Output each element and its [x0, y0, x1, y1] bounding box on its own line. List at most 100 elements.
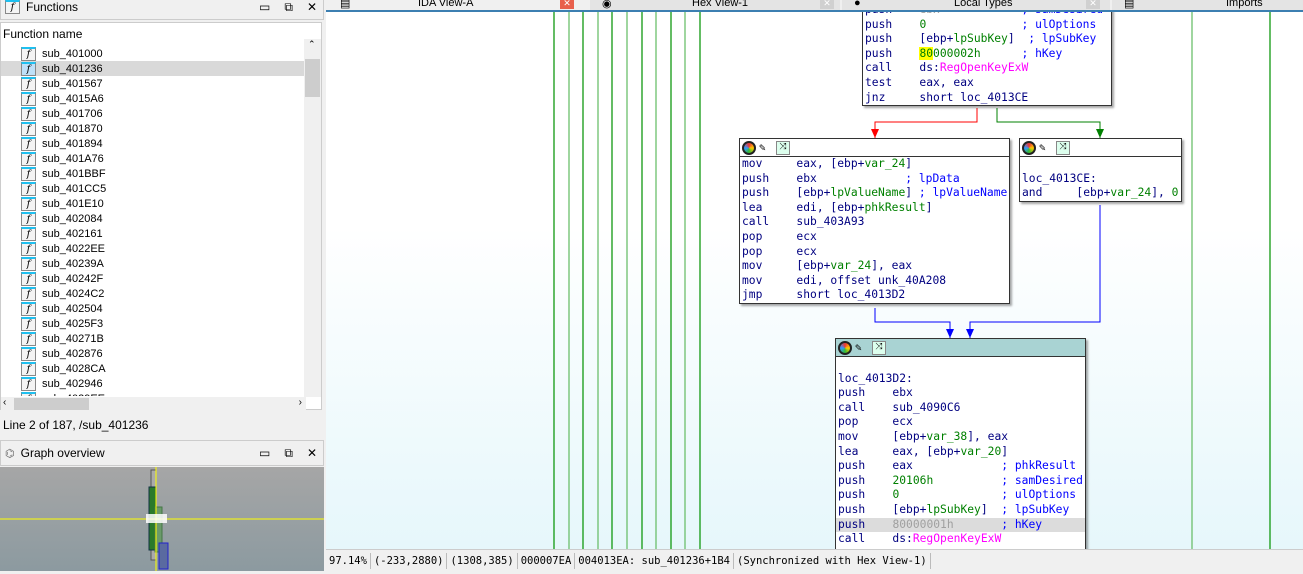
group-nodes-icon[interactable]: ⤨	[776, 140, 790, 155]
code-line[interactable]: call sub_4090C6	[836, 401, 1085, 416]
code-token: ebx	[769, 171, 817, 185]
close-tab-icon[interactable]: ✕	[1086, 0, 1100, 9]
block-bottom[interactable]: ✎ ⤨ loc_4013D2: push ebx call sub_4090C6 pop …	[835, 338, 1086, 549]
horizontal-scrollbar[interactable]: ‹ ›	[1, 397, 306, 411]
code-line[interactable]: loc_4013D2:	[836, 372, 1085, 387]
function-row[interactable]: f sub_401E10	[1, 196, 306, 211]
code-line[interactable]: push ebx ; lpData	[740, 172, 1009, 187]
scroll-thumb[interactable]	[305, 59, 320, 97]
graph-overview[interactable]	[0, 467, 324, 571]
code-line[interactable]	[836, 357, 1085, 372]
code-line[interactable]: mov edi, offset unk_40A208	[740, 274, 1009, 289]
group-nodes-icon[interactable]: ⤨	[872, 340, 886, 355]
function-row[interactable]: f sub_402504	[1, 301, 306, 316]
close-tab-icon[interactable]: ✕	[820, 0, 834, 9]
code-token: ; ulOptions	[899, 488, 1077, 502]
function-row[interactable]: f sub_401894	[1, 136, 306, 151]
graph-canvas[interactable]: push ebx ; samDesiredpush 0 ; ulOptionsp…	[326, 12, 1303, 549]
color-wheel-icon[interactable]	[1022, 140, 1036, 155]
code-line[interactable]: mov eax, [ebp+var_24]	[740, 157, 1009, 172]
scroll-right-icon[interactable]: ›	[299, 397, 302, 408]
code-line[interactable]	[1020, 157, 1181, 172]
function-row[interactable]: f sub_4024C2	[1, 286, 306, 301]
code-line[interactable]: pop ecx	[740, 230, 1009, 245]
function-row[interactable]: f sub_4029EE	[1, 391, 306, 396]
code-line[interactable]: pop ecx	[836, 415, 1085, 430]
function-row[interactable]: f sub_401CC5	[1, 181, 306, 196]
function-row[interactable]: f sub_401706	[1, 106, 306, 121]
code-line[interactable]: push 80000002h ; hKey	[863, 46, 1111, 62]
code-line[interactable]: test eax, eax	[863, 76, 1111, 91]
function-row[interactable]: f sub_4022EE	[1, 241, 306, 256]
code-line[interactable]: pop ecx	[740, 245, 1009, 260]
rename-pencil-icon[interactable]: ✎	[759, 141, 773, 155]
code-token: 0	[1171, 186, 1179, 200]
code-line[interactable]: push 0 ; ulOptions	[863, 18, 1111, 33]
vertical-scrollbar[interactable]: ⌃	[304, 39, 321, 397]
restore-icon[interactable]: ⧉	[284, 0, 293, 15]
function-row[interactable]: f sub_401BBF	[1, 166, 306, 181]
block-left[interactable]: ✎ ⤨ mov eax, [ebp+var_24] push ebx ; lpData…	[739, 138, 1010, 304]
rename-pencil-icon[interactable]: ✎	[1039, 141, 1053, 155]
restore-icon[interactable]: ⧉	[284, 446, 293, 461]
scroll-thumb[interactable]	[14, 398, 89, 410]
rename-pencil-icon[interactable]: ✎	[855, 341, 869, 355]
code-line[interactable]: mov [ebp+var_38], eax	[836, 430, 1085, 445]
block-right[interactable]: ✎ ⤨ loc_4013CE: and [ebp+var_24], 0	[1019, 138, 1182, 202]
color-wheel-icon[interactable]	[838, 340, 852, 355]
code-line[interactable]: push 20106h ; samDesired	[836, 474, 1085, 489]
overview-minimap[interactable]	[0, 467, 324, 571]
scroll-left-icon[interactable]: ‹	[3, 397, 6, 408]
tab-hex-view-1[interactable]: ◉ Hex View-1 ✕	[590, 0, 840, 10]
close-tab-icon[interactable]: ✕	[560, 0, 574, 9]
function-row[interactable]: f sub_40242F	[1, 271, 306, 286]
code-line[interactable]: loc_4013CE:	[1020, 172, 1181, 187]
code-line[interactable]: push 80000001h ; hKey	[836, 517, 1085, 533]
function-row[interactable]: f sub_401236	[1, 61, 306, 76]
function-row[interactable]: f sub_402084	[1, 211, 306, 226]
code-line[interactable]: lea eax, [ebp+var_20]	[836, 445, 1085, 460]
code-line[interactable]: push [ebp+lpSubKey] ; lpSubKey	[836, 503, 1085, 518]
function-row[interactable]: f sub_40271B	[1, 331, 306, 346]
code-line[interactable]: jnz short loc_4013CE	[863, 91, 1111, 106]
close-icon[interactable]: ✕	[307, 0, 317, 14]
code-token: lea	[742, 200, 763, 214]
code-line[interactable]: call ds:RegOpenKeyExW	[836, 532, 1085, 547]
functions-panel-title: Functions	[26, 0, 79, 14]
maximize-icon[interactable]: ▭	[259, 446, 270, 460]
code-line[interactable]: push eax ; phkResult	[836, 459, 1085, 474]
function-row[interactable]: f sub_402876	[1, 346, 306, 361]
code-line[interactable]: mov [ebp+var_24], eax	[740, 259, 1009, 274]
block-top[interactable]: push ebx ; samDesiredpush 0 ; ulOptionsp…	[862, 12, 1112, 107]
function-row[interactable]: f sub_401000	[1, 46, 306, 61]
code-line[interactable]: call sub_403A93	[740, 215, 1009, 230]
code-line[interactable]: push [ebp+lpSubKey] ; lpSubKey	[863, 32, 1111, 47]
code-line[interactable]: call ds:RegOpenKeyExW	[863, 61, 1111, 76]
function-row[interactable]: f sub_401567	[1, 76, 306, 91]
scroll-up-icon[interactable]: ⌃	[308, 39, 316, 50]
group-nodes-icon[interactable]: ⤨	[1056, 140, 1070, 155]
column-header-function-name[interactable]: Function name	[3, 27, 82, 41]
function-row[interactable]: f sub_402946	[1, 376, 306, 391]
color-wheel-icon[interactable]	[742, 140, 756, 155]
code-line[interactable]: and [ebp+var_24], 0	[1020, 186, 1181, 201]
code-line[interactable]: push ebx	[836, 386, 1085, 401]
function-row[interactable]: f sub_4025F3	[1, 316, 306, 331]
function-row[interactable]: f sub_401870	[1, 121, 306, 136]
function-row[interactable]: f sub_4028CA	[1, 361, 306, 376]
tab-local-types[interactable]: ● Local Types ✕	[842, 0, 1110, 10]
tab-imports[interactable]: ▤ Imports	[1112, 0, 1303, 10]
function-row[interactable]: f sub_402161	[1, 226, 306, 241]
functions-list[interactable]: Function name f sub_401000 f sub_401236 f sub…	[0, 22, 322, 411]
function-row[interactable]: f sub_4015A6	[1, 91, 306, 106]
code-line[interactable]: lea edi, [ebp+phkResult]	[740, 201, 1009, 216]
close-icon[interactable]: ✕	[307, 446, 317, 460]
function-row[interactable]: f sub_40239A	[1, 256, 306, 271]
function-row[interactable]: f sub_401A76	[1, 151, 306, 166]
maximize-icon[interactable]: ▭	[259, 0, 270, 14]
code-line[interactable]: push [ebp+lpValueName] ; lpValueName	[740, 186, 1009, 201]
code-token: test	[865, 75, 893, 89]
code-line[interactable]: push 0 ; ulOptions	[836, 488, 1085, 503]
code-line[interactable]: jmp short loc_4013D2	[740, 288, 1009, 303]
tab-ida-view-a[interactable]: ▤ IDA View-A ✕	[326, 0, 588, 10]
